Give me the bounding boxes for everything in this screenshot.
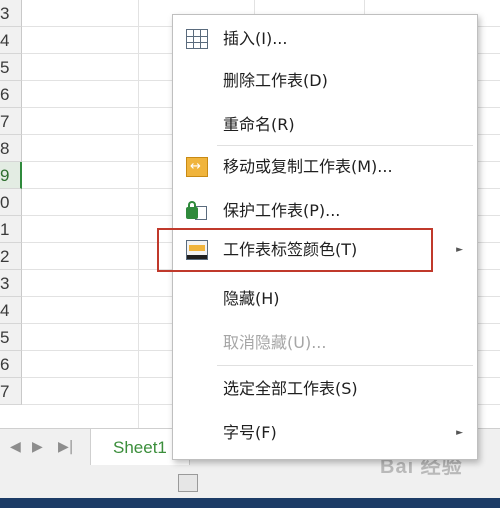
os-taskbar [0, 498, 500, 508]
row-header[interactable]: 5 [0, 324, 22, 351]
menu-item-hide[interactable]: 隐藏(H) [173, 279, 477, 319]
row-header-active[interactable]: 9 [0, 162, 22, 189]
gridline [138, 0, 139, 428]
next-sheet-arrow-icon[interactable]: ▶ [32, 437, 43, 457]
submenu-arrow-icon: ► [456, 245, 463, 255]
menu-item-insert[interactable]: 插入(I)... [173, 19, 477, 59]
menu-item-label: 移动或复制工作表(M)... [223, 157, 393, 176]
submenu-arrow-icon: ► [456, 428, 463, 438]
menu-item-font-size[interactable]: 字号(F) ► [173, 413, 477, 453]
row-header[interactable]: 5 [0, 54, 22, 81]
page-layout-icon[interactable] [178, 474, 198, 492]
row-header[interactable]: 6 [0, 81, 22, 108]
menu-separator [217, 365, 473, 366]
row-header[interactable]: 7 [0, 108, 22, 135]
menu-item-label: 保护工作表(P)... [223, 201, 341, 220]
last-sheet-arrow-icon[interactable]: ▶| [58, 437, 73, 457]
menu-item-protect-sheet[interactable]: 保护工作表(P)... [173, 191, 477, 231]
row-header[interactable]: 6 [0, 351, 22, 378]
first-sheet-arrow-icon[interactable]: ◀ [10, 437, 21, 457]
menu-item-label: 插入(I)... [223, 29, 288, 48]
row-header[interactable]: 0 [0, 189, 22, 216]
menu-item-label: 选定全部工作表(S) [223, 379, 358, 398]
menu-item-rename[interactable]: 重命名(R) [173, 105, 477, 145]
sheet-tab-context-menu: 插入(I)... 删除工作表(D) 重命名(R) 移动或复制工作表(M)... … [157, 14, 478, 460]
row-header[interactable]: 4 [0, 297, 22, 324]
menu-item-delete-sheet[interactable]: 删除工作表(D) [173, 61, 477, 101]
menu-item-label: 字号(F) [223, 423, 277, 442]
menu-item-unhide: 取消隐藏(U)... [173, 323, 477, 363]
tab-color-icon [186, 240, 208, 260]
menu-separator [217, 145, 473, 146]
row-header[interactable]: 3 [0, 0, 22, 27]
menu-item-tab-color[interactable]: 工作表标签颜色(T) [157, 228, 433, 272]
move-copy-icon [186, 147, 208, 187]
row-header[interactable]: 4 [0, 27, 22, 54]
menu-item-label: 删除工作表(D) [223, 71, 328, 90]
row-header[interactable]: 2 [0, 243, 22, 270]
lock-icon [186, 201, 208, 221]
menu-item-label: 工作表标签颜色(T) [223, 240, 358, 259]
menu-item-move-copy[interactable]: 移动或复制工作表(M)... [173, 147, 477, 187]
menu-item-label: 取消隐藏(U)... [223, 333, 327, 352]
menu-item-label: 重命名(R) [223, 115, 295, 134]
row-header[interactable]: 7 [0, 378, 22, 405]
menu-item-label: 隐藏(H) [223, 289, 280, 308]
row-header[interactable]: 8 [0, 135, 22, 162]
row-header[interactable]: 3 [0, 270, 22, 297]
table-icon [186, 29, 208, 49]
row-header[interactable]: 1 [0, 216, 22, 243]
menu-item-select-all-sheets[interactable]: 选定全部工作表(S) [173, 369, 477, 409]
